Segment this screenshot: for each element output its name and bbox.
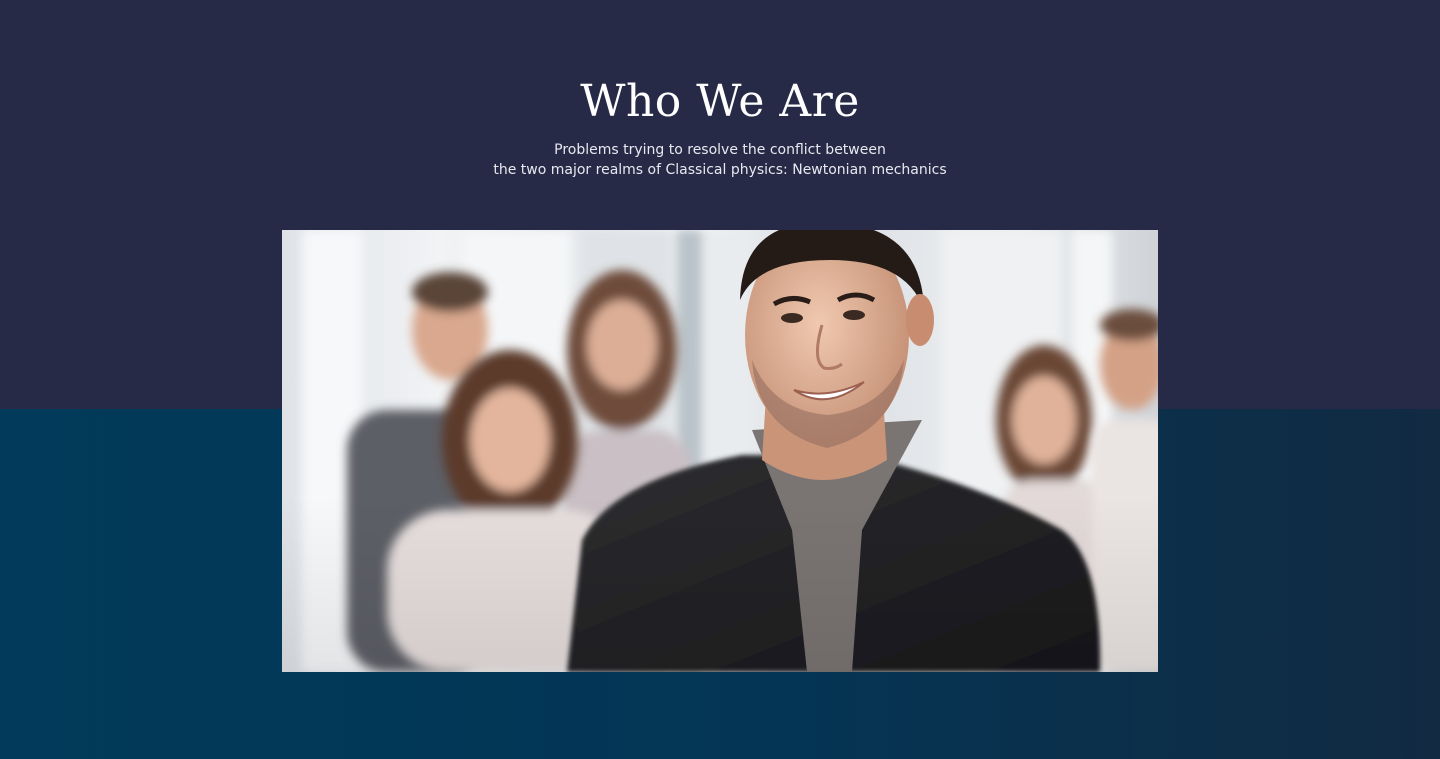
section-subtitle: Problems trying to resolve the conflict … [0, 140, 1440, 180]
section-title: Who We Are [580, 76, 860, 127]
subtitle-line-1: Problems trying to resolve the conflict … [554, 142, 886, 158]
subtitle-line-2: the two major realms of Classical physic… [493, 162, 947, 178]
who-we-are-section: Who We Are Problems trying to resolve th… [0, 0, 1440, 759]
team-photo [282, 230, 1158, 672]
